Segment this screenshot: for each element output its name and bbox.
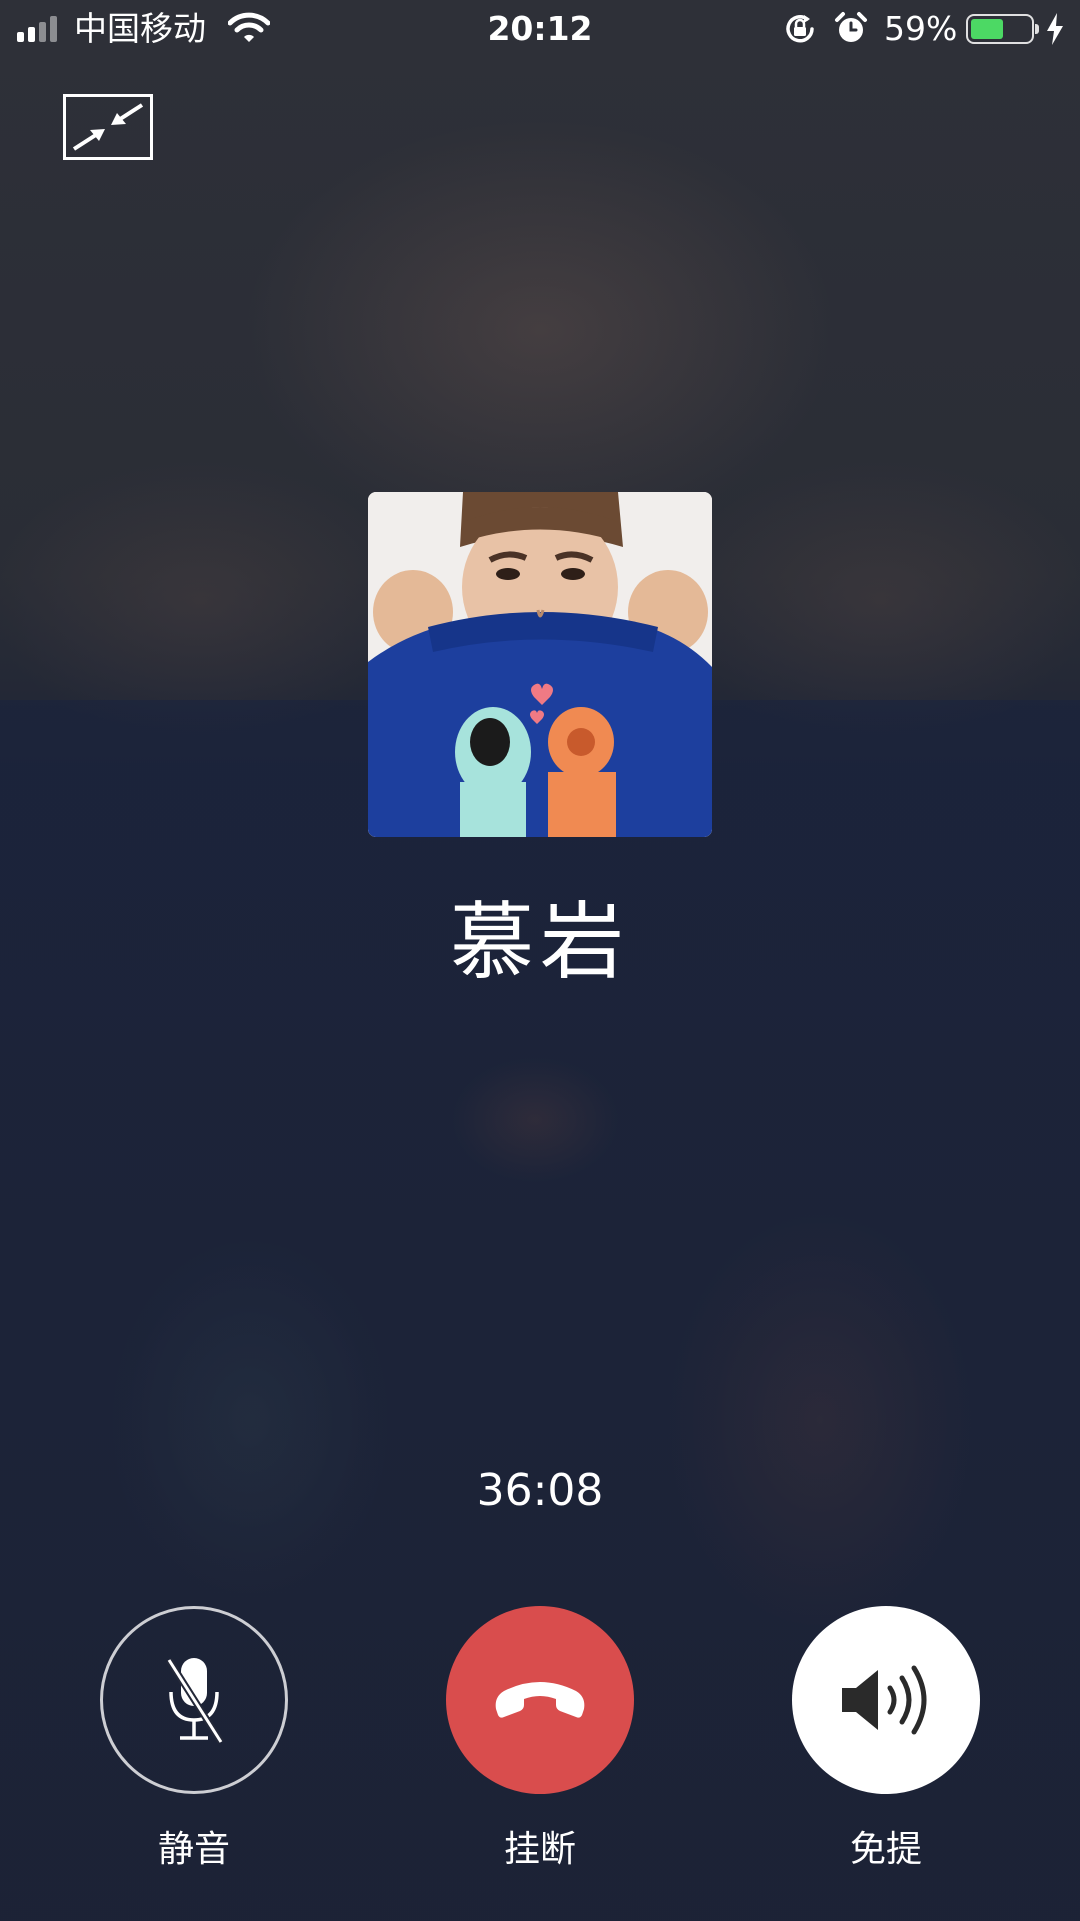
battery-percent: 59% [884,9,958,48]
hangup-phone-icon [495,1682,585,1718]
call-duration: 36:08 [476,1465,604,1516]
minimize-call-button[interactable] [63,94,153,160]
status-bar: 中国移动 20:12 59% [0,0,1080,58]
rotation-lock-icon [786,15,814,43]
speaker-label: 免提 [849,1829,922,1870]
battery-tip [1035,24,1039,34]
contact-avatar [368,492,712,837]
voice-call-screen: 中国移动 20:12 59% 慕岩 36:08 静音 挂断 免提 [0,0,1080,1921]
mute-label: 静音 [157,1829,230,1870]
avatar-photo [368,492,712,837]
battery-icon [966,14,1039,44]
battery-fill [971,19,1003,39]
hangup-label: 挂断 [503,1829,576,1870]
hangup-button[interactable] [446,1606,634,1794]
alarm-icon [835,12,867,42]
microphone-muted-icon [166,1658,224,1744]
charging-icon [1047,13,1063,45]
speaker-icon [842,1665,927,1735]
contact-name: 慕岩 [449,893,630,991]
speaker-button[interactable] [792,1606,980,1794]
mute-button[interactable] [100,1606,288,1794]
minimize-arrows-icon [72,103,144,151]
